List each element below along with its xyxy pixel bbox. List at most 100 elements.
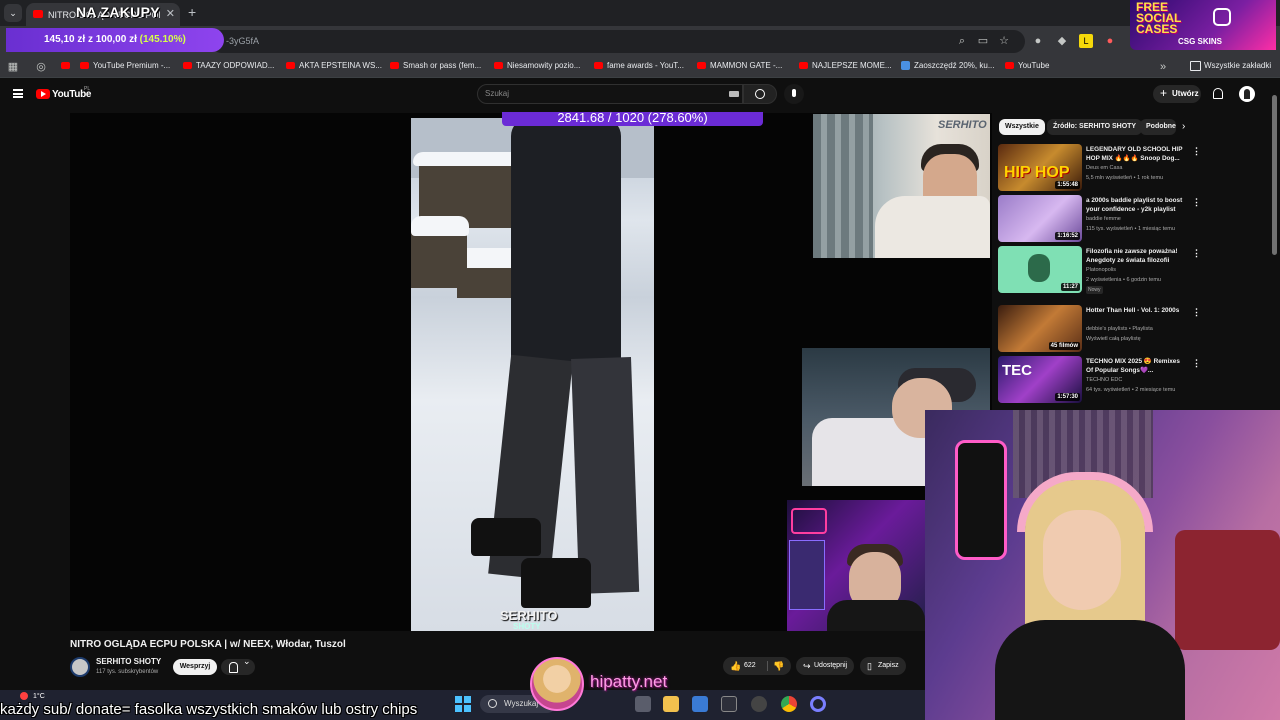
youtube-icon [390,62,399,69]
streamer-webcam [925,410,1280,720]
youtube-favicon-icon [33,10,43,18]
video-title[interactable]: LEGENDARY OLD SCHOOL HIP HOP MIX 🔥🔥🔥 Sno… [1086,145,1186,163]
subscriber-count: 117 tys. subskrybentów [96,669,159,675]
more-options-icon[interactable]: ⋮ [1192,197,1201,208]
extension-icon[interactable]: L [1079,34,1093,48]
thumbs-down-icon[interactable]: 👎 [773,657,784,675]
video-title[interactable]: Filozofia nie zawsze poważna! Anegdoty z… [1086,247,1186,265]
keyboard-icon[interactable] [729,91,739,97]
menu-icon[interactable] [13,89,23,98]
notifications-bell-icon[interactable] [1213,88,1223,99]
bookmark-item[interactable]: fame awards - YouT... [594,61,684,70]
video-thumbnail[interactable]: TEC 1:57:30 [998,356,1082,403]
chevron-down-icon: ⌄ [9,8,17,18]
more-options-icon[interactable]: ⋮ [1192,358,1201,369]
bookmark-label: Niesamowity pozio... [507,61,581,70]
bookmark-label: Zaoszczędź 20%, ku... [914,61,995,70]
channel-avatar[interactable] [70,657,90,677]
like-count: 622 [744,662,756,669]
star-icon[interactable]: ☆ [997,34,1011,48]
weather-temperature[interactable]: 1°C [33,693,45,700]
recommendation-item[interactable]: TEC 1:57:30 TECHNO MIX 2025 😍 Remixes Of… [998,356,1270,406]
close-icon[interactable]: ✕ [166,7,175,20]
webcam-top-right [813,114,990,258]
support-button[interactable]: Wesprzyj [173,659,217,675]
search-input[interactable]: Szukaj [477,84,743,104]
more-options-icon[interactable]: ⋮ [1192,307,1201,318]
extension-icon[interactable]: ◆ [1055,34,1069,48]
thumbs-up-icon: 👍 [730,661,742,671]
chevron-right-icon[interactable]: › [1182,121,1185,132]
bookmark-label: fame awards - YouT... [607,61,684,70]
youtube-icon [594,62,603,69]
video-meta: 5,5 mln wyświetleń • 1 rok temu [1086,175,1164,181]
video-title[interactable]: a 2000s baddie playlist to boost your co… [1086,196,1186,214]
bookmark-item[interactable]: YouTube [1005,61,1049,70]
bookmark-item[interactable]: TAAZY ODPOWIAD... [183,61,274,70]
view-playlist-link[interactable]: Wyświetl całą playlistę [1086,336,1141,342]
extension-icon[interactable]: ● [1031,34,1045,48]
recommendation-item[interactable]: HIP HOP 1:55:48 LEGENDARY OLD SCHOOL HIP… [998,144,1270,194]
bookmark-item[interactable]: MAMMON GATE -... [697,61,782,70]
youtube-icon [183,62,192,69]
video-meta: 115 tys. wyświetleń • 1 miesiąc temu [1086,226,1175,232]
video-thumbnail[interactable]: HIP HOP 1:55:48 [998,144,1082,191]
chip-source[interactable]: Źródło: SERHITO SHOTY [1047,119,1143,135]
playlist-count: 45 filmów [1048,342,1080,350]
more-options-icon[interactable]: ⋮ [1192,146,1201,157]
zoom-icon[interactable]: ⌕ [955,34,969,48]
subscription-bell-button[interactable] [221,656,255,675]
tab-search-button[interactable]: ⌄ [4,4,22,22]
scrollbar-thumb[interactable] [1272,95,1277,255]
search-button[interactable] [743,84,777,104]
chrome-icon[interactable]: ◎ [34,60,48,74]
channel-watermark: SERHITO [500,608,558,623]
plus-icon[interactable]: + [188,4,196,20]
bookmark-item[interactable]: NAJLEPSZE MOME... [799,61,892,70]
microphone-icon[interactable] [784,84,804,104]
video-title[interactable]: TECHNO MIX 2025 😍 Remixes Of Popular Son… [1086,357,1186,375]
weather-icon[interactable] [20,692,28,700]
bookmark-item[interactable]: Niesamowity pozio... [494,61,580,70]
chevron-right-icon[interactable]: » [1156,60,1170,74]
channel-name[interactable]: TECHNO EDC [1086,377,1122,383]
bookmark-icon: ▯ [867,661,872,671]
video-title[interactable]: Hotter Than Hell - Vol. 1: 2000s [1086,306,1186,315]
bookmark-label: MAMMON GATE -... [710,61,783,70]
extension-icon[interactable]: ● [1103,34,1117,48]
channel-name[interactable]: SERHITO SHOTY [96,657,161,666]
all-bookmarks-button[interactable]: Wszystkie zakładki [1190,61,1271,71]
channel-name[interactable]: Deus em Casa [1086,165,1122,171]
shopping-overlay-title: NA ZAKUPY [76,4,160,20]
more-options-icon[interactable]: ⋮ [1192,248,1201,259]
cast-icon[interactable]: ▭ [976,34,990,48]
account-avatar[interactable] [1239,86,1255,102]
url-bar[interactable]: -3yG5fA [210,30,1025,53]
like-button[interactable]: 👍 622 👎 [723,657,791,675]
save-button[interactable]: ▯ Zapisz [860,657,906,675]
chip-all[interactable]: Wszystkie [999,119,1045,135]
chip-similar[interactable]: Podobne [1140,119,1176,135]
youtube-icon [286,62,295,69]
youtube-icon[interactable] [61,62,70,69]
video-thumbnail[interactable]: 11:27 [998,246,1082,293]
bookmark-item[interactable]: Zaoszczędź 20%, ku... [901,61,994,70]
youtube-icon [799,62,808,69]
share-button[interactable]: ↪ Udostępnij [796,657,854,675]
youtube-icon [494,62,503,69]
goal-z: z [87,34,93,45]
youtube-logo-icon[interactable] [36,89,50,99]
apps-grid-icon[interactable]: ▦ [6,60,20,74]
recommendation-item[interactable]: 45 filmów Hotter Than Hell - Vol. 1: 200… [998,305,1270,355]
video-thumbnail[interactable]: 1:16:52 [998,195,1082,242]
create-button[interactable]: Utwórz [1153,84,1201,103]
video-thumbnail[interactable]: 45 filmów [998,305,1082,352]
bookmark-item[interactable]: AKTA EPSTEINA WS... [286,61,382,70]
channel-name[interactable]: baddie femme [1086,216,1121,222]
recommendation-item[interactable]: 11:27 Filozofia nie zawsze poważna! Aneg… [998,246,1270,296]
channel-name[interactable]: debbie's playlists • Playlista [1086,326,1153,332]
recommendation-item[interactable]: 1:16:52 a 2000s baddie playlist to boost… [998,195,1270,245]
channel-name[interactable]: Platonopolis [1086,267,1116,273]
bookmark-item[interactable]: Smash or pass (fem... [390,61,481,70]
bookmark-item[interactable]: YouTube Premium -... [80,61,170,70]
